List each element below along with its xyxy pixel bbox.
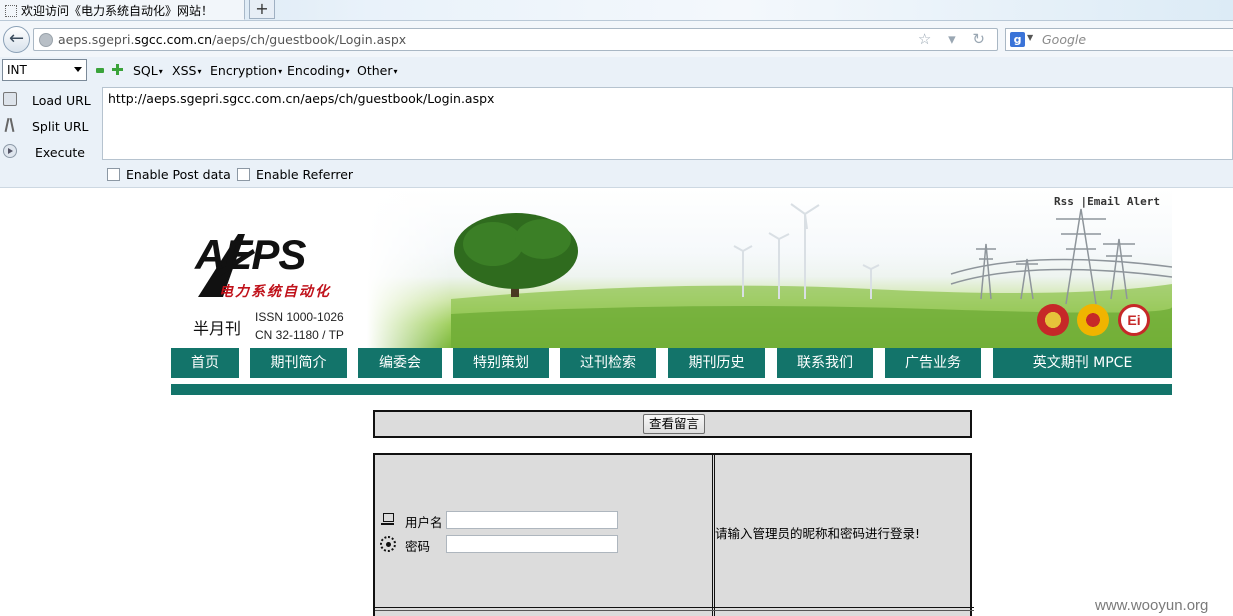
url-host-domain: sgcc.com.cn xyxy=(134,32,213,47)
select-arrow-icon xyxy=(74,67,82,72)
enable-referrer-label: Enable Referrer xyxy=(256,167,354,182)
menu-encoding[interactable]: Encoding▾ xyxy=(287,63,350,78)
menu-xss-label: XSS xyxy=(172,63,197,78)
tab-strip: 欢迎访问《电力系统自动化》网站！ + xyxy=(0,0,1233,20)
main-nav: 首页 期刊简介 编委会 特别策划 过刊检索 期刊历史 联系我们 广告业务 英文期… xyxy=(171,348,1172,378)
rss-email-links[interactable]: Rss |Email Alert xyxy=(1054,195,1160,208)
execute-label: Execute xyxy=(35,145,85,160)
hackbar-panel: INT SQL▾ XSS▾ Encryption▾ Encoding▾ Othe… xyxy=(0,57,1233,188)
execute-button[interactable]: Execute xyxy=(0,142,100,166)
split-url-icon xyxy=(3,118,17,132)
form-bottom-border xyxy=(375,607,974,611)
checkbox-box[interactable] xyxy=(107,168,120,181)
dropdown-icon: ▾ xyxy=(345,67,350,76)
semimonthly-label: 半月刊 xyxy=(193,319,242,338)
username-label: 用户名 xyxy=(405,515,443,530)
increase-icon[interactable] xyxy=(112,64,123,75)
url-path: /aeps/ch/guestbook/Login.aspx xyxy=(212,32,407,47)
menu-encryption-label: Encryption xyxy=(210,63,278,78)
issn-number: ISSN 1000-1026 xyxy=(255,310,344,324)
dropdown-icon: ▾ xyxy=(197,67,202,76)
address-bar[interactable]: aeps.sgepri.sgcc.com.cn/aeps/ch/guestboo… xyxy=(33,28,998,51)
menu-xss[interactable]: XSS▾ xyxy=(172,63,201,78)
menu-encryption[interactable]: Encryption▾ xyxy=(210,63,282,78)
new-tab-button[interactable]: + xyxy=(249,0,275,19)
split-url-label: Split URL xyxy=(32,119,89,134)
nav-home[interactable]: 首页 xyxy=(171,348,239,378)
login-form: 用户名 密码 请输入管理员的昵称和密码进行登录! xyxy=(373,453,974,616)
type-select-value: INT xyxy=(7,63,27,77)
navigation-toolbar: ← aeps.sgepri.sgcc.com.cn/aeps/ch/guestb… xyxy=(0,20,1233,57)
site-banner: Rss |Email Alert AEPS 电力系统自动化 半月刊 ISSN 1… xyxy=(171,189,1172,348)
page-favicon-icon xyxy=(5,5,17,17)
nav-underline-bar xyxy=(171,384,1172,395)
login-hint: 请输入管理员的昵称和密码进行登录! xyxy=(715,526,921,541)
dropdown-icon: ▾ xyxy=(158,67,163,76)
nav-special[interactable]: 特别策划 xyxy=(453,348,549,378)
nav-english-journal[interactable]: 英文期刊 MPCE xyxy=(993,348,1172,378)
engine-dropdown-icon[interactable]: ▼ xyxy=(1027,33,1033,42)
decrease-icon[interactable] xyxy=(96,68,104,73)
nav-contact[interactable]: 联系我们 xyxy=(777,348,873,378)
menu-other-label: Other xyxy=(357,63,393,78)
hackbar-url-textarea[interactable]: http://aeps.sgepri.sgcc.com.cn/aeps/ch/g… xyxy=(102,87,1233,160)
menu-other[interactable]: Other▾ xyxy=(357,63,398,78)
username-input[interactable] xyxy=(446,511,618,529)
enable-referrer-checkbox[interactable]: Enable Referrer xyxy=(237,167,353,182)
menu-sql[interactable]: SQL▾ xyxy=(133,63,163,78)
menu-encoding-label: Encoding xyxy=(287,63,345,78)
username-row: 用户名 xyxy=(380,511,640,531)
type-select[interactable]: INT xyxy=(2,59,87,81)
load-url-icon xyxy=(3,92,17,106)
web-page: Rss |Email Alert AEPS 电力系统自动化 半月刊 ISSN 1… xyxy=(0,189,1233,616)
site-identity-icon[interactable] xyxy=(39,33,53,47)
issn-info: ISSN 1000-1026 CN 32-1180 / TP xyxy=(255,308,344,344)
back-button[interactable]: ← xyxy=(3,26,30,53)
password-label: 密码 xyxy=(405,539,431,554)
view-messages-button[interactable]: 查看留言 xyxy=(643,414,705,434)
menu-sql-label: SQL xyxy=(133,63,158,78)
watermark: www.wooyun.org xyxy=(1095,597,1209,614)
browser-tab[interactable]: 欢迎访问《电力系统自动化》网站！ xyxy=(0,0,245,20)
logo-chinese-name: 电力系统自动化 xyxy=(219,284,331,300)
password-icon xyxy=(380,536,396,552)
hackbar-toolbar: INT SQL▾ XSS▾ Encryption▾ Encoding▾ Othe… xyxy=(0,57,1233,85)
enable-post-data-checkbox[interactable]: Enable Post data xyxy=(107,167,231,182)
user-icon xyxy=(380,512,396,528)
nav-advertising[interactable]: 广告业务 xyxy=(885,348,981,378)
ei-badge-icon[interactable]: Ei xyxy=(1118,304,1150,336)
password-row: 密码 xyxy=(380,535,640,555)
search-placeholder: Google xyxy=(1042,32,1087,47)
dropdown-icon: ▾ xyxy=(393,67,398,76)
nav-history[interactable]: 期刊历史 xyxy=(668,348,765,378)
dropdown-icon: ▾ xyxy=(278,67,283,76)
tab-title: 欢迎访问《电力系统自动化》网站！ xyxy=(21,4,214,18)
checkbox-box[interactable] xyxy=(237,168,250,181)
core-journal-badge-icon[interactable] xyxy=(1077,304,1109,336)
award-badge-icon[interactable] xyxy=(1037,304,1069,336)
load-url-label: Load URL xyxy=(32,93,91,108)
split-url-button[interactable]: Split URL xyxy=(0,116,100,140)
url-host-prefix: aeps.sgepri. xyxy=(58,32,135,47)
search-bar[interactable]: g ▼ Google xyxy=(1005,28,1233,51)
nav-archive[interactable]: 过刊检索 xyxy=(560,348,656,378)
password-input[interactable] xyxy=(446,535,618,553)
logo-wordmark[interactable]: AEPS xyxy=(195,231,306,279)
bookmark-reload-icons[interactable]: ☆ ▾ ↻ xyxy=(918,30,991,48)
nav-about[interactable]: 期刊简介 xyxy=(250,348,347,378)
enable-post-data-label: Enable Post data xyxy=(126,167,231,182)
load-url-button[interactable]: Load URL xyxy=(0,90,100,114)
google-engine-icon[interactable]: g xyxy=(1010,32,1025,47)
back-arrow-icon: ← xyxy=(8,28,25,49)
view-messages-box: 查看留言 xyxy=(373,410,972,438)
cn-number: CN 32-1180 / TP xyxy=(255,328,344,342)
nav-editorial-board[interactable]: 编委会 xyxy=(358,348,442,378)
execute-icon xyxy=(3,144,17,158)
